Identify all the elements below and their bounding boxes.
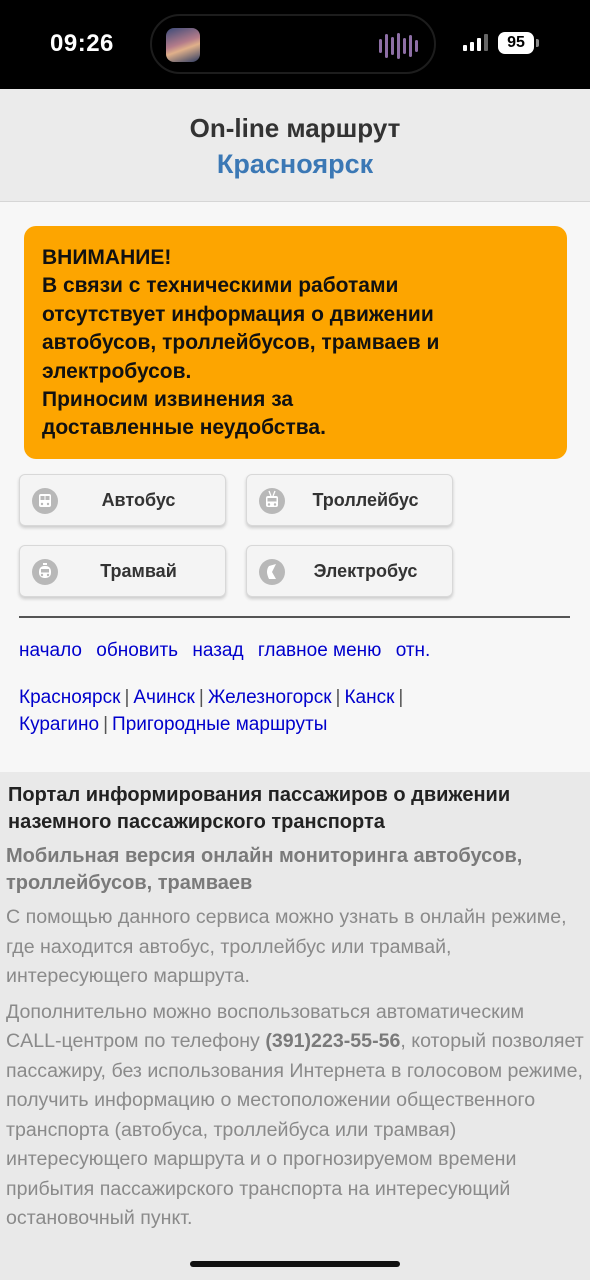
- city-link-kuragino[interactable]: Курагино: [19, 714, 99, 735]
- battery-icon: 95: [498, 32, 534, 54]
- separator: |: [124, 687, 130, 708]
- info-paragraph-1: С помощью данного сервиса можно узнать в…: [6, 906, 567, 987]
- audio-waveform-icon: [379, 32, 418, 60]
- electrobus-icon: [259, 559, 285, 585]
- suburban-routes-link[interactable]: Пригородные маршруты: [112, 714, 327, 735]
- city-links: Красноярск | Ачинск | Железногорск | Канск | Ку…: [19, 684, 574, 738]
- refresh-link[interactable]: обновить: [96, 640, 178, 661]
- divider: [19, 616, 570, 618]
- bus-button[interactable]: Автобус: [19, 474, 226, 526]
- electrobus-button[interactable]: Электробус: [246, 545, 453, 597]
- alert-line: доставленные неудобства.: [42, 416, 326, 440]
- city-link-zheleznogorsk[interactable]: Железногорск: [208, 687, 332, 708]
- city-link-krasnoyarsk[interactable]: Красноярск: [19, 687, 120, 708]
- separator: |: [198, 687, 204, 708]
- separator: |: [103, 714, 109, 735]
- bus-button-label: Автобус: [101, 490, 176, 510]
- separator: |: [335, 687, 341, 708]
- back-link[interactable]: назад: [192, 640, 243, 661]
- alert-line: отсутствует информация о движении: [42, 302, 434, 326]
- info-paragraph-2-end: , который позволяет пассажиру, без испол…: [6, 1030, 584, 1229]
- bus-icon: [32, 488, 58, 514]
- main-menu-link[interactable]: главное меню: [258, 640, 382, 661]
- call-center-phone[interactable]: (391)223-55-56: [265, 1030, 400, 1052]
- trolleybus-icon: [259, 488, 285, 514]
- separator: |: [398, 687, 404, 708]
- city-link-kansk[interactable]: Канск: [344, 687, 394, 708]
- warning-alert: ВНИМАНИЕ! В связи с техническими работам…: [24, 226, 567, 459]
- status-bar: 09:26 95: [0, 0, 590, 89]
- alert-line: электробусов.: [42, 359, 192, 383]
- alert-line: автобусов, троллейбусов, трамваев и: [42, 331, 440, 355]
- alert-line: ВНИМАНИЕ!: [42, 246, 172, 269]
- alert-line: Приносим извинения за: [42, 388, 294, 412]
- trolleybus-button[interactable]: Троллейбус: [246, 474, 453, 526]
- dynamic-island[interactable]: [150, 14, 436, 74]
- start-link[interactable]: начало: [19, 640, 82, 661]
- status-time: 09:26: [50, 30, 114, 57]
- trolleybus-button-label: Троллейбус: [312, 490, 419, 510]
- info-section: Портал информирования пассажиров о движе…: [0, 772, 590, 1280]
- info-heading: Портал информирования пассажиров о движе…: [8, 784, 511, 833]
- page-title: On-line маршрут: [189, 113, 401, 143]
- info-subheading: Мобильная версия онлайн мониторинга авто…: [6, 845, 523, 894]
- home-indicator[interactable]: [190, 1261, 400, 1267]
- city-title: Красноярск: [216, 149, 374, 179]
- tram-icon: [32, 559, 58, 585]
- cellular-signal-icon: [463, 34, 488, 51]
- tram-button-label: Трамвай: [100, 561, 177, 581]
- page-header: On-line маршрут Красноярск: [0, 89, 590, 202]
- rel-link[interactable]: отн.: [396, 640, 431, 661]
- city-link-achinsk[interactable]: Ачинск: [133, 687, 195, 708]
- nav-links: начало обновить назад главное меню отн.: [19, 640, 439, 662]
- electrobus-button-label: Электробус: [313, 561, 418, 581]
- now-playing-artwork: [166, 28, 200, 62]
- alert-line: В связи с техническими работами: [42, 274, 399, 298]
- tram-button[interactable]: Трамвай: [19, 545, 226, 597]
- battery-cap: [536, 39, 539, 47]
- info-paragraph-2: Дополнительно можно воспользоваться авто…: [6, 998, 584, 1234]
